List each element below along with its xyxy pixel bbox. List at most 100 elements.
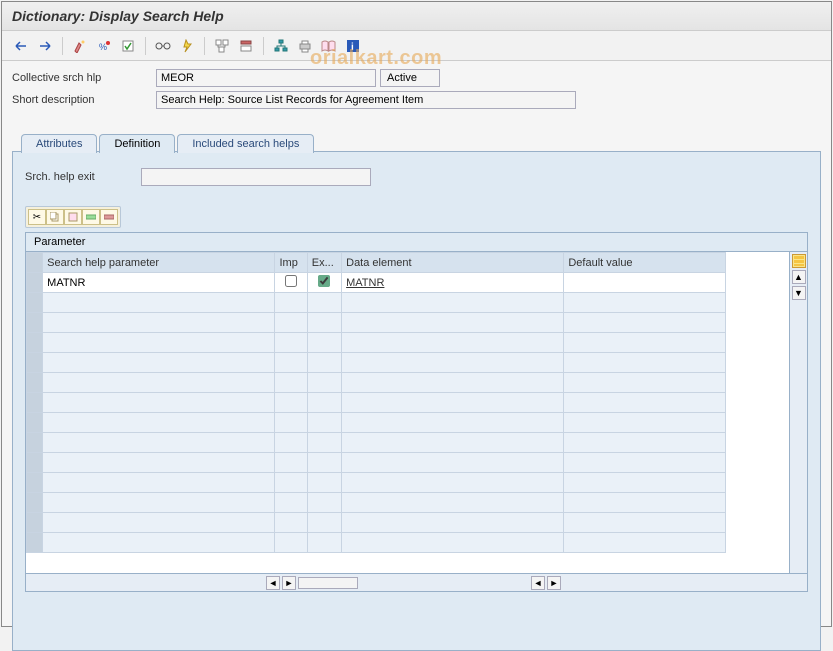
cell-imp[interactable]	[275, 313, 307, 333]
table-row[interactable]	[27, 513, 726, 533]
table-settings-icon[interactable]	[792, 254, 806, 268]
cell-exp[interactable]	[307, 393, 341, 413]
row-selector[interactable]	[27, 513, 43, 533]
cell-data-element[interactable]	[342, 293, 564, 313]
cell-param[interactable]	[43, 453, 275, 473]
info-icon[interactable]: i	[342, 36, 364, 56]
cell-exp[interactable]	[307, 273, 341, 293]
row-selector[interactable]	[27, 333, 43, 353]
table-row[interactable]	[27, 433, 726, 453]
cell-data-element[interactable]	[342, 453, 564, 473]
cell-data-element[interactable]	[342, 373, 564, 393]
cell-default[interactable]	[564, 513, 726, 533]
other-object-icon[interactable]: %	[93, 36, 115, 56]
row-selector[interactable]	[27, 533, 43, 553]
table-row[interactable]	[27, 353, 726, 373]
activate-icon[interactable]	[176, 36, 198, 56]
col-exp[interactable]: Ex...	[307, 253, 341, 273]
cell-default[interactable]	[564, 533, 726, 553]
cell-data-element[interactable]	[342, 313, 564, 333]
cell-imp[interactable]	[275, 493, 307, 513]
cell-exp[interactable]	[307, 433, 341, 453]
table-row[interactable]	[27, 393, 726, 413]
cell-imp[interactable]	[275, 453, 307, 473]
hierarchy-icon[interactable]	[270, 36, 292, 56]
cut-icon[interactable]: ✂	[28, 209, 46, 225]
table-row[interactable]	[27, 413, 726, 433]
col-data-element[interactable]: Data element	[342, 253, 564, 273]
cell-default[interactable]	[564, 273, 726, 293]
horizontal-scrollbar[interactable]: ◄ ► ◄ ►	[26, 573, 807, 591]
row-selector[interactable]	[27, 313, 43, 333]
row-selector[interactable]	[27, 393, 43, 413]
table-row[interactable]	[27, 293, 726, 313]
cell-default[interactable]	[564, 473, 726, 493]
cell-data-element[interactable]	[342, 473, 564, 493]
cell-default[interactable]	[564, 333, 726, 353]
cell-default[interactable]	[564, 393, 726, 413]
cell-default[interactable]	[564, 353, 726, 373]
scroll-right-icon[interactable]: ►	[282, 576, 296, 590]
row-selector[interactable]	[27, 373, 43, 393]
cell-param[interactable]	[43, 413, 275, 433]
cell-imp[interactable]	[275, 293, 307, 313]
row-selector[interactable]	[27, 353, 43, 373]
cell-exp[interactable]	[307, 293, 341, 313]
row-selector[interactable]	[27, 473, 43, 493]
where-used-icon[interactable]	[211, 36, 233, 56]
row-selector[interactable]	[27, 293, 43, 313]
copy-icon[interactable]	[46, 209, 64, 225]
cell-exp[interactable]	[307, 533, 341, 553]
scroll-up-icon[interactable]: ▲	[792, 270, 806, 284]
cell-imp[interactable]	[275, 513, 307, 533]
scroll-left-end-icon[interactable]: ◄	[531, 576, 545, 590]
insert-row-icon[interactable]	[82, 209, 100, 225]
cell-data-element[interactable]	[342, 353, 564, 373]
short-description-input[interactable]	[156, 91, 576, 109]
cell-param[interactable]	[43, 293, 275, 313]
srch-help-exit-input[interactable]	[141, 168, 371, 186]
tab-definition[interactable]: Definition	[99, 134, 175, 153]
cell-default[interactable]	[564, 453, 726, 473]
scroll-left-icon[interactable]: ◄	[266, 576, 280, 590]
cell-data-element[interactable]	[342, 413, 564, 433]
cell-param[interactable]	[43, 353, 275, 373]
table-row[interactable]	[27, 533, 726, 553]
cell-exp[interactable]	[307, 493, 341, 513]
cell-imp[interactable]	[275, 373, 307, 393]
row-selector[interactable]	[27, 273, 43, 293]
cell-default[interactable]	[564, 493, 726, 513]
scroll-right-end-icon[interactable]: ►	[547, 576, 561, 590]
table-row[interactable]	[27, 313, 726, 333]
cell-data-element[interactable]	[342, 333, 564, 353]
glasses-icon[interactable]	[152, 36, 174, 56]
cell-default[interactable]	[564, 413, 726, 433]
cell-param[interactable]	[43, 473, 275, 493]
table-row[interactable]	[27, 373, 726, 393]
cell-data-element[interactable]	[342, 493, 564, 513]
forward-button[interactable]	[34, 36, 56, 56]
cell-exp[interactable]	[307, 333, 341, 353]
paste-icon[interactable]	[64, 209, 82, 225]
tab-attributes[interactable]: Attributes	[21, 134, 97, 153]
cell-exp[interactable]	[307, 453, 341, 473]
tree-display-icon[interactable]	[235, 36, 257, 56]
cell-exp[interactable]	[307, 473, 341, 493]
cell-default[interactable]	[564, 433, 726, 453]
cell-exp[interactable]	[307, 413, 341, 433]
cell-imp[interactable]	[275, 433, 307, 453]
cell-param[interactable]: MATNR	[43, 273, 275, 293]
back-button[interactable]	[10, 36, 32, 56]
col-search-help-parameter[interactable]: Search help parameter	[43, 253, 275, 273]
cell-param[interactable]	[43, 373, 275, 393]
cell-data-element[interactable]	[342, 393, 564, 413]
table-row[interactable]: MATNRMATNR	[27, 273, 726, 293]
cell-param[interactable]	[43, 333, 275, 353]
vertical-scrollbar[interactable]: ▲ ▼	[789, 252, 807, 573]
delete-row-icon[interactable]	[100, 209, 118, 225]
cell-param[interactable]	[43, 433, 275, 453]
table-row[interactable]	[27, 333, 726, 353]
cell-exp[interactable]	[307, 513, 341, 533]
cell-imp[interactable]	[275, 413, 307, 433]
row-selector[interactable]	[27, 453, 43, 473]
